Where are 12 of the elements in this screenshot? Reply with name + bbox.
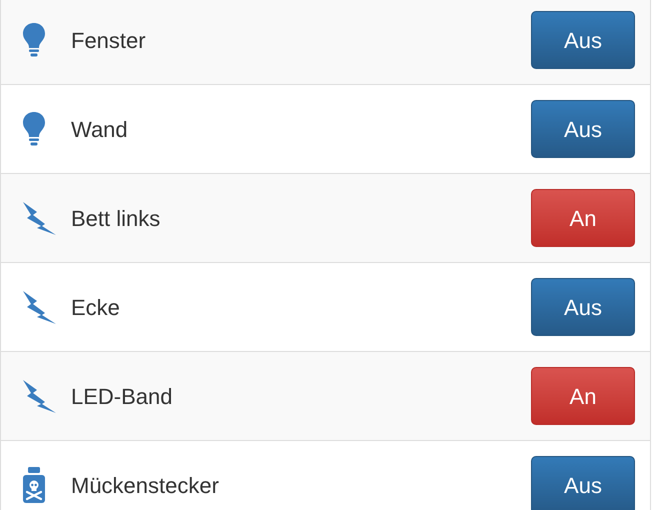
device-name: Ecke (71, 294, 121, 322)
toggle-button[interactable]: Aus (531, 11, 635, 69)
device-name: Bett links (71, 204, 162, 232)
toggle-button[interactable]: An (531, 367, 635, 425)
device-name: Fenster (71, 26, 147, 54)
device-name: LED-Band (71, 382, 174, 410)
toggle-button[interactable]: An (531, 189, 635, 247)
device-name: Mückenstecker (71, 472, 220, 500)
device-name: Wand (71, 116, 129, 144)
toggle-button[interactable]: Aus (531, 100, 635, 158)
toggle-button[interactable]: Aus (531, 456, 635, 510)
toggle-button[interactable]: Aus (531, 278, 635, 336)
